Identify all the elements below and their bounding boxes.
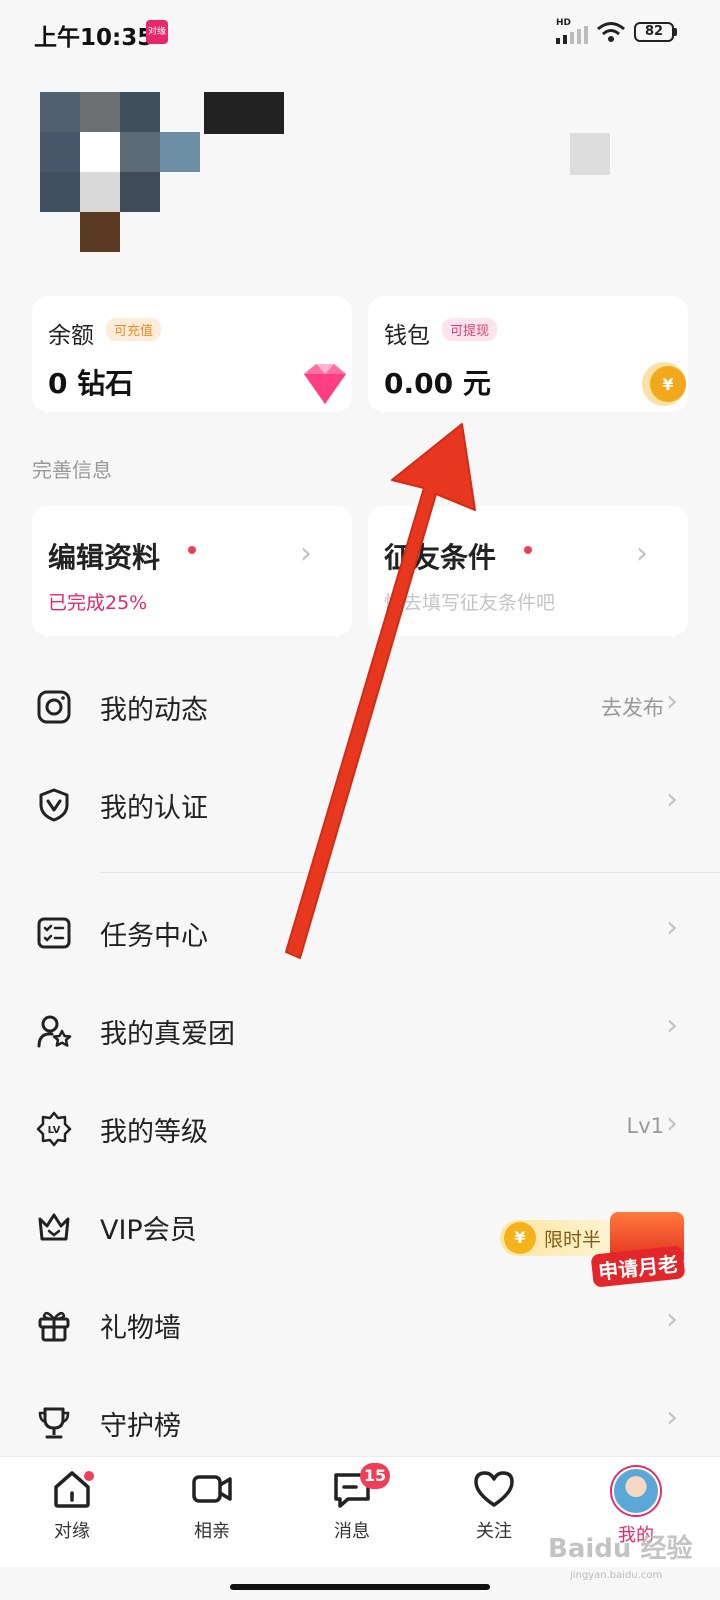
wallet-title: 钱包 xyxy=(384,323,430,349)
menu-label: 任务中心 xyxy=(100,921,208,952)
profile-redacted-block xyxy=(570,133,610,175)
menu-gift-wall[interactable]: 礼物墙 › xyxy=(0,1280,720,1370)
yuan-coin-icon: ¥ xyxy=(504,1222,536,1254)
signal-icon xyxy=(556,26,588,44)
home-indicator[interactable] xyxy=(230,1584,490,1590)
menu-my-level[interactable]: LV 我的等级 Lv1 › xyxy=(0,1084,720,1174)
svg-text:LV: LV xyxy=(48,1125,61,1136)
watermark: Baidu 经验 xyxy=(548,1534,693,1564)
section-label: 完善信息 xyxy=(32,458,112,482)
unread-badge: 15 xyxy=(360,1463,390,1489)
menu-my-verification[interactable]: 我的认证 › xyxy=(0,760,720,850)
partner-conditions-title: 征友条件 xyxy=(384,541,497,574)
red-dot xyxy=(524,546,532,554)
red-dot xyxy=(188,546,196,554)
wifi-icon xyxy=(597,22,625,42)
coin-icon: ¥ xyxy=(642,362,686,406)
withdraw-tag: 可提现 xyxy=(442,318,498,341)
nav-tab-blind-date[interactable]: 相亲 xyxy=(162,1467,262,1543)
chevron-right-icon: › xyxy=(666,782,678,817)
nav-label: 对缘 xyxy=(54,1521,90,1542)
chevron-right-icon: › xyxy=(636,536,648,571)
menu-true-love-group[interactable]: 我的真爱团 › xyxy=(0,986,720,1076)
svg-text:¥: ¥ xyxy=(662,375,673,394)
nav-tab-home[interactable]: 对缘 xyxy=(22,1467,122,1543)
chevron-right-icon: › xyxy=(666,1302,678,1337)
profile-name-redacted xyxy=(204,92,284,134)
menu-label: 我的动态 xyxy=(100,695,208,726)
chevron-right-icon: › xyxy=(666,684,678,719)
camera-icon xyxy=(37,690,71,724)
gift-icon xyxy=(38,1311,70,1342)
chevron-right-icon: › xyxy=(666,1106,678,1141)
level-value: Lv1 xyxy=(626,1114,665,1138)
edit-profile-card[interactable]: 编辑资料 已完成25% › xyxy=(32,506,352,636)
battery-tip xyxy=(674,28,677,36)
menu-label: 我的等级 xyxy=(100,1117,208,1148)
crown-icon xyxy=(38,1213,70,1241)
menu-guardian-list[interactable]: 守护榜 › xyxy=(0,1378,720,1468)
wallet-card[interactable]: 钱包 可提现 0.00 元 ¥ xyxy=(368,296,688,412)
battery-icon: 82 xyxy=(634,22,674,42)
partner-conditions-card[interactable]: 征友条件 快去填写征友条件吧 › xyxy=(368,506,688,636)
chevron-right-icon: › xyxy=(300,536,312,571)
watermark-url: jingyan.baidu.com xyxy=(570,1570,663,1581)
nav-label: 关注 xyxy=(476,1521,512,1542)
nav-tab-follow[interactable]: 关注 xyxy=(444,1467,544,1543)
trophy-icon xyxy=(38,1407,70,1439)
edit-profile-title: 编辑资料 xyxy=(48,541,161,574)
menu-right-text: 去发布 xyxy=(601,696,664,720)
menu-my-moments[interactable]: 我的动态 去发布 › xyxy=(0,662,720,752)
heart-icon xyxy=(474,1471,514,1507)
edit-profile-progress: 已完成25% xyxy=(48,592,148,614)
nav-tab-messages[interactable]: 15 消息 xyxy=(302,1463,402,1543)
avatar-icon xyxy=(612,1467,660,1515)
vip-promo-text: 限时半 xyxy=(544,1229,602,1251)
chevron-right-icon: › xyxy=(666,1008,678,1043)
menu-task-center[interactable]: 任务中心 › xyxy=(0,888,720,978)
user-star-icon xyxy=(37,1015,72,1048)
shield-v-icon xyxy=(39,788,69,822)
menu-label: 礼物墙 xyxy=(100,1313,181,1344)
diamond-icon xyxy=(304,364,346,404)
nav-label: 相亲 xyxy=(194,1521,230,1542)
checklist-icon xyxy=(37,917,71,949)
balance-card[interactable]: 余额 可充值 0 钻石 xyxy=(32,296,352,412)
menu-label: 我的真爱团 xyxy=(100,1019,235,1050)
wallet-value: 0.00 元 xyxy=(384,367,491,400)
partner-conditions-hint: 快去填写征友条件吧 xyxy=(384,592,556,614)
nav-label: 消息 xyxy=(334,1521,370,1542)
recharge-tag: 可充值 xyxy=(106,318,162,341)
notification-dot xyxy=(82,1469,96,1483)
menu-label: 我的认证 xyxy=(100,793,208,824)
divider xyxy=(100,872,720,873)
level-badge-icon: LV xyxy=(36,1111,72,1147)
chevron-right-icon: › xyxy=(666,1400,678,1435)
menu-label: VIP会员 xyxy=(100,1215,197,1246)
balance-value: 0 钻石 xyxy=(48,367,134,400)
video-icon xyxy=(192,1475,232,1503)
balance-title: 余额 xyxy=(48,323,94,349)
chevron-right-icon: › xyxy=(666,910,678,945)
menu-label: 守护榜 xyxy=(100,1411,181,1442)
